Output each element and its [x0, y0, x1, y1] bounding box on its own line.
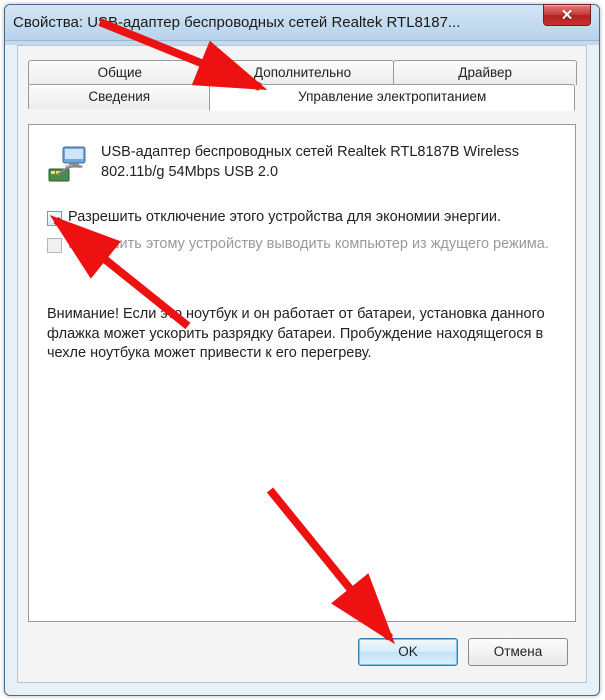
- tab-details[interactable]: Сведения: [28, 84, 210, 109]
- option-allow-power-off: Разрешить отключение этого устройства дл…: [47, 209, 557, 226]
- device-name: USB-адаптер беспроводных сетей Realtek R…: [101, 143, 557, 182]
- tab-power-management[interactable]: Управление электропитанием: [209, 84, 575, 111]
- client-area: Общие Дополнительно Драйвер Сведения Упр…: [17, 45, 587, 683]
- label-allow-off[interactable]: Разрешить отключение этого устройства дл…: [68, 209, 501, 225]
- tab-driver[interactable]: Драйвер: [393, 60, 577, 85]
- close-icon: ✕: [561, 6, 574, 24]
- tab-general[interactable]: Общие: [28, 60, 212, 85]
- ok-button[interactable]: OK: [358, 638, 458, 666]
- checkbox-allow-off[interactable]: [47, 211, 62, 226]
- properties-dialog: Свойства: USB-адаптер беспроводных сетей…: [4, 4, 600, 696]
- device-header: USB-адаптер беспроводных сетей Realtek R…: [47, 143, 557, 185]
- label-allow-wake: Разрешить этому устройству выводить комп…: [68, 236, 549, 252]
- warning-text: Внимание! Если это ноутбук и он работает…: [47, 305, 557, 364]
- titlebar[interactable]: Свойства: USB-адаптер беспроводных сетей…: [5, 5, 599, 41]
- tab-strip: Общие Дополнительно Драйвер Сведения Упр…: [18, 46, 586, 111]
- tab-panel-power: USB-адаптер беспроводных сетей Realtek R…: [28, 124, 576, 622]
- close-button[interactable]: ✕: [543, 4, 591, 26]
- dialog-buttons: OK Отмена: [358, 638, 568, 666]
- checkbox-allow-wake: [47, 238, 62, 253]
- network-adapter-icon: [47, 143, 89, 185]
- cancel-button[interactable]: Отмена: [468, 638, 568, 666]
- option-allow-wake: Разрешить этому устройству выводить комп…: [47, 236, 557, 253]
- tab-advanced[interactable]: Дополнительно: [211, 60, 395, 85]
- window-title: Свойства: USB-адаптер беспроводных сетей…: [13, 14, 591, 31]
